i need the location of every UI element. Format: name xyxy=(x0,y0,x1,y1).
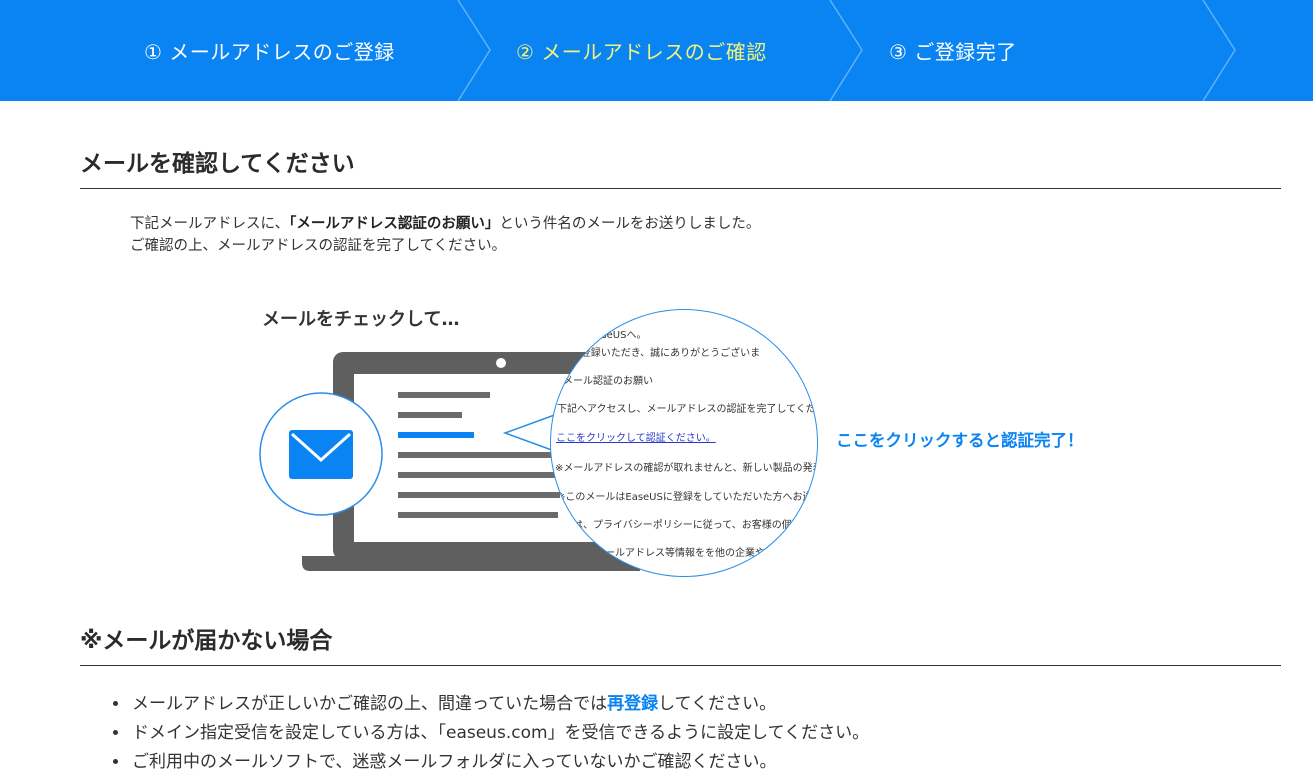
troubleshooting-list: メールアドレスが正しいかご確認の上、間違っていた場合では再登録してください。 ド… xyxy=(108,690,869,777)
email-line-info: メールアドレス等情報をを他の企業や組 xyxy=(595,548,775,559)
email-line-greeting: EaseUSへ。 xyxy=(589,330,647,341)
email-magnifier: EaseUSへ。 にご登録いただき、誠にありがとうございま メール認証のお願い … xyxy=(550,309,818,577)
envelope-icon xyxy=(289,430,353,479)
email-line-note2: ※このメールはEaseUSに登録をしていただいた方へお送り xyxy=(557,492,818,503)
click-to-verify-callout: ここをクリックすると認証完了！ xyxy=(836,431,1084,450)
email-line-note1: ※メールアドレスの確認が取れませんと、新しい製品の発表 xyxy=(555,463,818,474)
bullet1-before: メールアドレスが正しいかご確認の上、間違っていた場合では xyxy=(132,694,608,714)
re-register-link[interactable]: 再登録 xyxy=(607,694,658,714)
email-line-instruction: 下記へアクセスし、メールアドレスの認証を完了してくださ xyxy=(557,404,818,415)
email-line-thanks: にご登録いただき、誠にありがとうございま xyxy=(561,348,761,359)
section-title-not-received: ※メールが届かない場合 xyxy=(80,621,1281,666)
email-line-subject: メール認証のお願い xyxy=(563,376,653,387)
list-item: ドメイン指定受信を設定している方は、「easeus.com」を受信できるように設… xyxy=(130,719,869,748)
bullet1-after: してください。 xyxy=(658,694,777,714)
list-item: ご利用中のメールソフトで、迷惑メールフォルダに入っていないかご確認ください。 xyxy=(130,748,869,777)
email-verify-link[interactable]: ここをクリックして認証ください。 xyxy=(556,429,716,444)
email-line-privacy: は、プライバシーポリシーに従って、お客様の個人 xyxy=(573,520,802,531)
list-item: メールアドレスが正しいかご確認の上、間違っていた場合では再登録してください。 xyxy=(130,690,869,719)
